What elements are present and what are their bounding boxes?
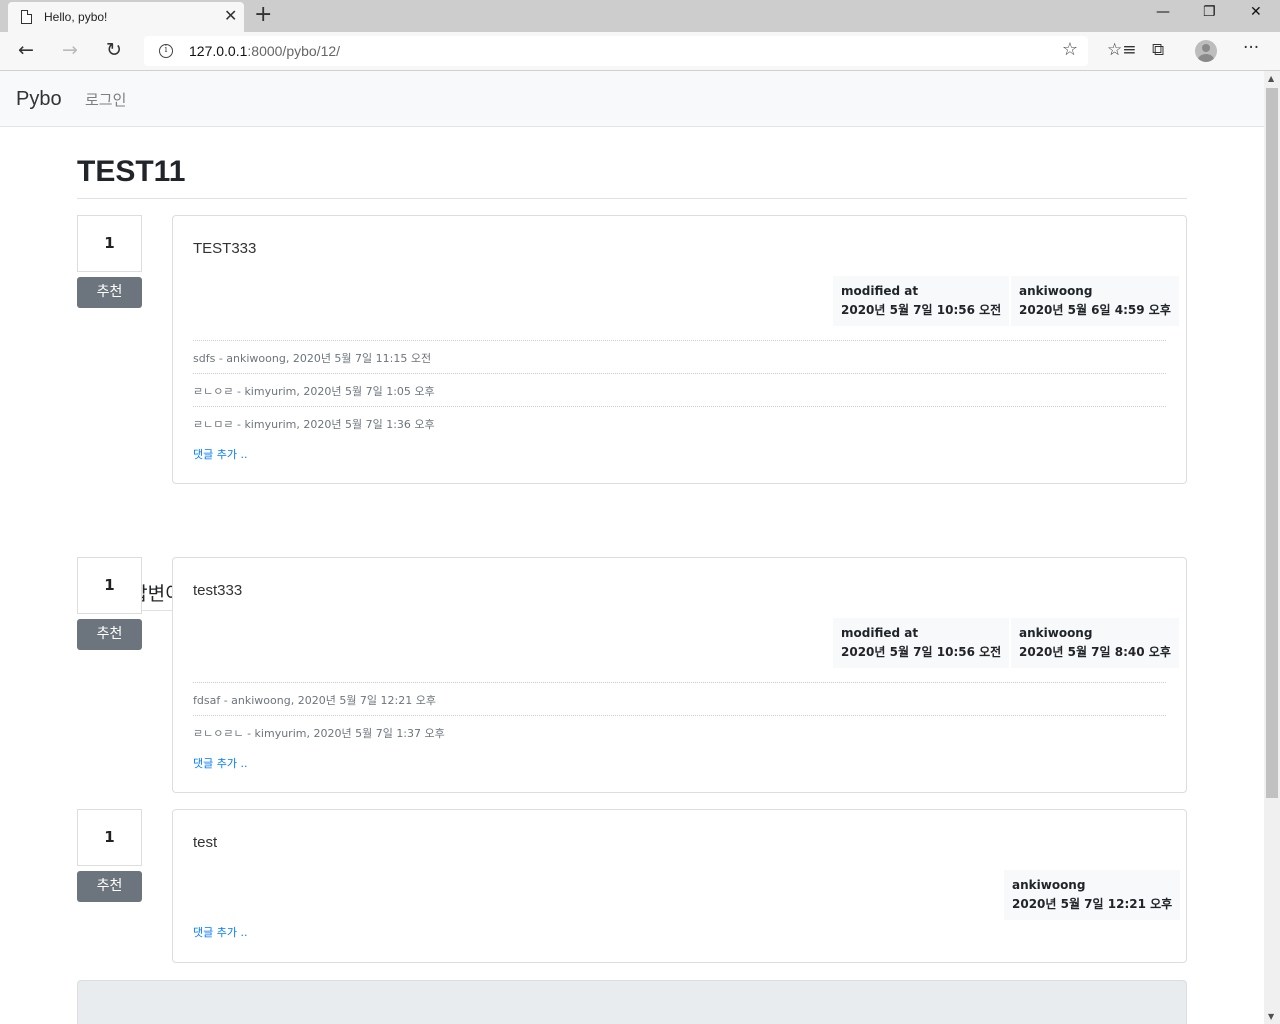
author-name: ankiwoong [1019, 284, 1093, 298]
comment: ㄹㄴㅇㄹ - kimyurim, 2020년 5월 7일 1:05 오후 [193, 385, 435, 398]
add-comment-link[interactable]: 댓글 추가 .. [193, 924, 247, 940]
page-viewport: Pybo 로그인 TEST11 1 추천 TEST333 modified at… [0, 71, 1264, 1024]
answer-vote-button[interactable]: 추천 [77, 619, 142, 650]
add-comment-link[interactable]: 댓글 추가 .. [193, 755, 247, 771]
minimize-icon[interactable]: — [1156, 3, 1170, 21]
question-vote-button[interactable]: 추천 [77, 277, 142, 308]
url-text: 127.0.0.1:8000/pybo/12/ [189, 43, 341, 59]
modified-label: modified at [841, 284, 919, 298]
created-date: 2020년 5월 6일 4:59 오후 [1019, 303, 1171, 317]
address-bar[interactable]: i 127.0.0.1:8000/pybo/12/ ☆ [144, 36, 1088, 66]
comment-divider [193, 715, 1166, 716]
answer-card: test333 modified at 2020년 5월 7일 10:56 오전… [172, 557, 1187, 793]
scroll-down-icon[interactable]: ▼ [1268, 1012, 1274, 1021]
comment: sdfs - ankiwoong, 2020년 5월 7일 11:15 오전 [193, 352, 432, 365]
author-badge: ankiwoong 2020년 5월 6일 4:59 오후 [1011, 276, 1179, 326]
answer-card: test ankiwoong 2020년 5월 7일 12:21 오후 댓글 추… [172, 809, 1187, 963]
window-close-icon[interactable]: ✕ [1250, 3, 1262, 21]
author-name: ankiwoong [1012, 878, 1086, 892]
comment: fdsaf - ankiwoong, 2020년 5월 7일 12:21 오후 [193, 694, 436, 707]
restore-icon[interactable]: ❐ [1203, 3, 1216, 21]
more-menu-icon[interactable]: ··· [1243, 38, 1259, 58]
question-title: TEST11 [77, 155, 186, 188]
page-icon [21, 10, 32, 24]
answer-vote-count: 1 [77, 809, 142, 866]
login-link[interactable]: 로그인 [85, 89, 126, 110]
modified-date: 2020년 5월 7일 10:56 오전 [841, 303, 1002, 317]
answer-content: test [193, 834, 218, 851]
answer-vote-button[interactable]: 추천 [77, 871, 142, 902]
question-card: TEST333 modified at 2020년 5월 7일 10:56 오전… [172, 215, 1187, 484]
tab-title: Hello, pybo! [44, 10, 108, 24]
reload-icon[interactable]: ↻ [106, 38, 122, 62]
new-tab-button[interactable]: + [254, 3, 272, 27]
brand-link[interactable]: Pybo [16, 88, 62, 111]
comment-divider [193, 373, 1166, 374]
scroll-thumb[interactable] [1266, 88, 1278, 798]
author-name: ankiwoong [1019, 626, 1093, 640]
modified-date: 2020년 5월 7일 10:56 오전 [841, 645, 1002, 659]
comment-divider [193, 406, 1166, 407]
author-badge: ankiwoong 2020년 5월 7일 12:21 오후 [1004, 870, 1181, 920]
favorite-star-icon[interactable]: ☆ [1062, 39, 1078, 60]
tab-close-icon[interactable]: ✕ [224, 6, 237, 26]
answer-content: test333 [193, 582, 243, 599]
vertical-scrollbar[interactable]: ▲ ▼ [1264, 71, 1280, 1024]
answer-vote-count: 1 [77, 557, 142, 614]
question-vote-count: 1 [77, 215, 142, 272]
modified-badge: modified at 2020년 5월 7일 10:56 오전 [833, 618, 1010, 668]
browser-tab[interactable]: Hello, pybo! ✕ [8, 2, 244, 32]
scroll-up-icon[interactable]: ▲ [1268, 74, 1274, 83]
author-badge: ankiwoong 2020년 5월 7일 8:40 오후 [1011, 618, 1179, 668]
browser-toolbar: ← → ↻ i 127.0.0.1:8000/pybo/12/ ☆ ☆≡ ⧉ ·… [0, 32, 1280, 71]
modified-badge: modified at 2020년 5월 7일 10:56 오전 [833, 276, 1010, 326]
comment-divider [193, 682, 1166, 683]
answer-form-area[interactable] [77, 980, 1187, 1024]
info-icon[interactable]: i [159, 44, 173, 58]
modified-label: modified at [841, 626, 919, 640]
add-comment-link[interactable]: 댓글 추가 .. [193, 446, 247, 462]
created-date: 2020년 5월 7일 12:21 오후 [1012, 897, 1173, 911]
collections-icon[interactable]: ⧉ [1152, 40, 1164, 60]
created-date: 2020년 5월 7일 8:40 오후 [1019, 645, 1171, 659]
question-content: TEST333 [193, 240, 257, 257]
title-divider [77, 198, 1187, 199]
comment-divider [193, 340, 1166, 341]
comment: ㄹㄴㅁㄹ - kimyurim, 2020년 5월 7일 1:36 오후 [193, 418, 435, 431]
browser-tab-strip: Hello, pybo! ✕ + — ❐ ✕ [0, 0, 1280, 32]
profile-avatar[interactable] [1195, 40, 1217, 62]
forward-icon[interactable]: → [62, 38, 78, 62]
site-navbar: Pybo 로그인 [0, 71, 1264, 127]
favorites-list-icon[interactable]: ☆≡ [1107, 40, 1136, 60]
comment: ㄹㄴㅇㄹㄴ - kimyurim, 2020년 5월 7일 1:37 오후 [193, 727, 445, 740]
back-icon[interactable]: ← [18, 38, 34, 62]
